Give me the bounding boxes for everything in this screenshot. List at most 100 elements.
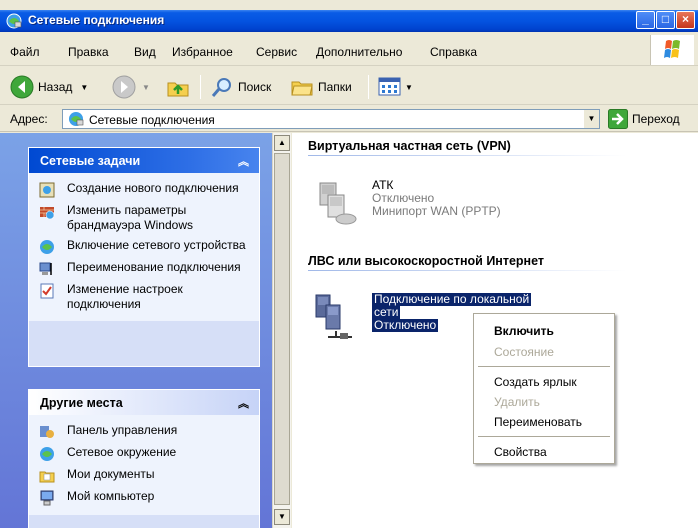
task-firewall-settings[interactable]: Изменить параметры брандмауэра Windows xyxy=(29,201,259,236)
other-places-list: Панель управления Сетевое окружение Мои … xyxy=(29,415,259,515)
place-network-neighborhood[interactable]: Сетевое окружение xyxy=(29,443,259,465)
windows-flag-icon xyxy=(664,40,680,58)
lan-connection-icon xyxy=(315,294,352,339)
network-globe-icon xyxy=(40,447,54,461)
scroll-thumb[interactable] xyxy=(274,153,290,505)
firewall-icon xyxy=(40,207,55,220)
other-places-panel: Другие места ︽ Панель управления Сетевое… xyxy=(28,389,260,528)
collapse-chevron-icon[interactable]: ︽ xyxy=(238,395,249,411)
other-places-title: Другие места xyxy=(40,396,123,410)
address-input[interactable]: Сетевые подключения ▼ xyxy=(62,109,600,129)
menu-edit[interactable]: Правка xyxy=(68,45,109,59)
menu-tools[interactable]: Сервис xyxy=(256,45,297,59)
enable-device-icon xyxy=(40,240,54,254)
menu-item-properties[interactable]: Свойства xyxy=(494,445,547,459)
close-icon: × xyxy=(681,12,689,26)
connection-device: Минипорт WAN (PPTP) xyxy=(372,204,501,218)
task-create-connection[interactable]: Создание нового подключения xyxy=(29,179,259,201)
forward-button[interactable]: ▼ xyxy=(112,75,150,99)
vpn-connection-icon xyxy=(319,182,357,225)
task-label: Создание нового подключения xyxy=(67,181,239,195)
task-rename-connection[interactable]: Переименование подключения xyxy=(29,258,259,280)
address-dropdown-icon[interactable]: ▼ xyxy=(583,110,599,128)
task-label: Изменить параметры брандмауэра Windows xyxy=(67,203,193,232)
menu-item-delete: Удалить xyxy=(494,395,540,409)
views-icon xyxy=(378,77,401,96)
menu-view[interactable]: Вид xyxy=(134,45,156,59)
rename-icon xyxy=(39,262,52,275)
back-button[interactable]: Назад ▼ xyxy=(10,75,88,99)
toolbar-separator xyxy=(200,75,201,99)
search-button[interactable]: Поиск xyxy=(210,75,271,99)
computer-icon xyxy=(40,490,54,506)
connection-atk-text: АТК Отключено Минипорт WAN (PPTP) xyxy=(372,179,501,218)
menu-item-rename[interactable]: Переименовать xyxy=(494,415,582,429)
collapse-chevron-icon[interactable]: ︽ xyxy=(238,153,249,169)
menu-bar: Файл Правка Вид Избранное Сервис Дополни… xyxy=(0,34,698,66)
minimize-button[interactable]: _ xyxy=(636,11,655,29)
views-dropdown-icon[interactable]: ▼ xyxy=(405,83,413,92)
back-arrow-icon xyxy=(10,75,34,99)
task-change-settings[interactable]: Изменение настроек подключения xyxy=(29,280,259,315)
scroll-down-arrow-icon[interactable]: ▼ xyxy=(274,509,290,525)
scroll-up-arrow-icon[interactable]: ▲ xyxy=(274,135,290,151)
settings-checklist-icon xyxy=(40,283,54,299)
place-control-panel[interactable]: Панель управления xyxy=(29,421,259,443)
menu-help[interactable]: Справка xyxy=(430,45,477,59)
toolbar-separator xyxy=(368,75,369,99)
network-tasks-list: Создание нового подключения Изменить пар… xyxy=(29,173,259,321)
group-divider xyxy=(308,155,626,156)
control-panel-icon xyxy=(40,426,54,438)
window-title: Сетевые подключения xyxy=(28,13,165,27)
folder-up-icon xyxy=(167,82,189,97)
address-value: Сетевые подключения xyxy=(89,113,215,127)
task-label: Переименование подключения xyxy=(67,260,241,274)
menu-advanced[interactable]: Дополнительно xyxy=(316,45,402,59)
windows-logo xyxy=(650,35,694,65)
lan-group-header: ЛВС или высокоскоростной Интернет xyxy=(308,254,545,268)
network-connections-icon xyxy=(6,13,22,29)
views-button[interactable]: ▼ xyxy=(378,75,413,99)
go-button[interactable]: Переход xyxy=(608,109,680,129)
vertical-scrollbar[interactable]: ▲ ▼ xyxy=(272,133,291,528)
menu-favorites[interactable]: Избранное xyxy=(172,45,233,59)
connection-atk[interactable]: АТК Отключено Минипорт WAN (PPTP) xyxy=(312,179,612,229)
network-connections-icon xyxy=(69,112,84,126)
go-arrow-icon xyxy=(608,109,628,129)
maximize-button[interactable]: □ xyxy=(656,11,675,29)
toolbar: Назад ▼ ▼ Поиск Папки ▼ xyxy=(0,67,698,105)
task-enable-device[interactable]: Включение сетевого устройства xyxy=(29,236,259,258)
menu-item-status: Состояние xyxy=(494,345,554,359)
place-my-documents[interactable]: Мои документы xyxy=(29,465,259,487)
documents-folder-icon xyxy=(39,471,55,483)
search-label: Поиск xyxy=(238,80,272,94)
maximize-icon: □ xyxy=(661,12,670,26)
task-pane: Сетевые задачи ︽ Создание нового подключ… xyxy=(0,133,272,528)
menu-separator xyxy=(478,436,610,437)
go-label: Переход xyxy=(632,112,680,126)
menu-item-enable[interactable]: Включить xyxy=(494,324,554,338)
title-bar[interactable]: Сетевые подключения _ □ × xyxy=(0,10,698,32)
back-label: Назад xyxy=(38,80,73,94)
place-label: Мой компьютер xyxy=(67,489,155,503)
place-label: Сетевое окружение xyxy=(67,445,177,459)
menu-file[interactable]: Файл xyxy=(10,45,40,59)
back-dropdown-icon[interactable]: ▼ xyxy=(80,83,88,92)
network-tasks-panel: Сетевые задачи ︽ Создание нового подключ… xyxy=(28,147,260,367)
other-places-header[interactable]: Другие места ︽ xyxy=(29,390,259,415)
forward-dropdown-icon[interactable]: ▼ xyxy=(142,83,150,92)
place-label: Мои документы xyxy=(67,467,155,481)
context-menu: Включить Состояние Создать ярлык Удалить… xyxy=(473,313,615,464)
network-tasks-header[interactable]: Сетевые задачи ︽ xyxy=(29,148,259,173)
group-divider xyxy=(308,270,626,271)
folders-icon xyxy=(291,81,313,96)
vpn-group-header: Виртуальная частная сеть (VPN) xyxy=(308,139,511,153)
folders-button[interactable]: Папки xyxy=(290,75,352,99)
up-folder-button[interactable] xyxy=(166,75,190,99)
address-bar: Адрес: Сетевые подключения ▼ Переход xyxy=(0,106,698,132)
menu-item-create-shortcut[interactable]: Создать ярлык xyxy=(494,375,577,389)
folders-label: Папки xyxy=(318,80,352,94)
close-button[interactable]: × xyxy=(676,11,695,29)
place-my-computer[interactable]: Мой компьютер xyxy=(29,487,259,509)
address-label: Адрес: xyxy=(10,112,48,126)
